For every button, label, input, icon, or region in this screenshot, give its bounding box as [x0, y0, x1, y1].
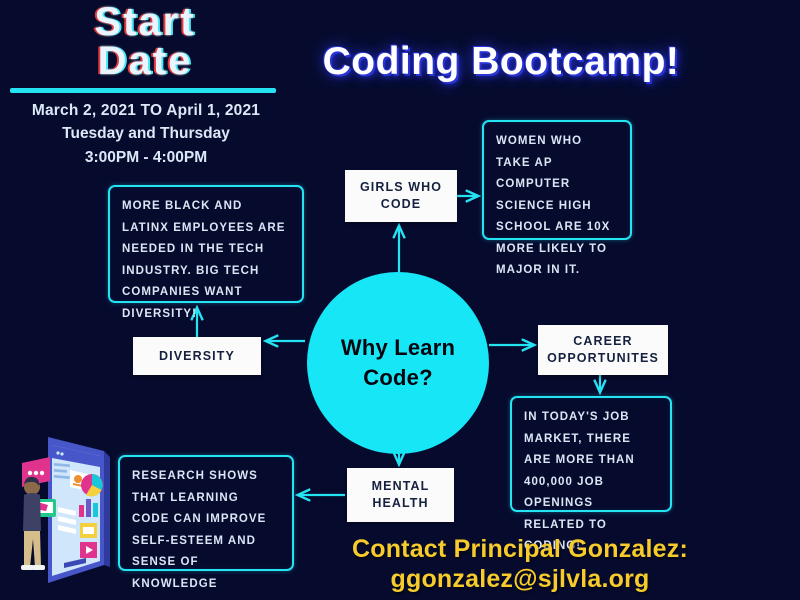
- contact-line-principal: Contact Principal Gonzalez:: [351, 535, 688, 563]
- contact-line-email: ggonzalez@sjlvla.org: [390, 565, 650, 593]
- center-node-label-line2: Code?: [363, 365, 433, 390]
- node-diversity-label: DIVERSITY: [159, 348, 235, 363]
- node-girls-who-code-label: GIRLS WHO CODE: [359, 180, 443, 211]
- node-mental-health-label: MENTAL HEALTH: [371, 479, 430, 510]
- node-career-opportunites: CAREER OPPORTUNITES: [538, 325, 668, 375]
- poster-canvas: Start Date March 2, 2021 TO April 1, 202…: [0, 0, 800, 600]
- center-node-label-line1: Why Learn: [340, 335, 456, 360]
- fact-box-women-ap: WOMEN WHO TAKE AP COMPUTER SCIENCE HIGH …: [482, 120, 632, 276]
- fact-box-job-market: IN TODAY'S JOB MARKET, THERE ARE MORE TH…: [510, 396, 672, 552]
- fact-box-research: RESEARCH SHOWS THAT LEARNING CODE CAN IM…: [118, 455, 294, 590]
- node-diversity: DIVERSITY: [133, 337, 261, 375]
- contact-block: Contact Principal Gonzalez: ggonzalez@sj…: [300, 534, 740, 594]
- node-girls-who-code: GIRLS WHO CODE: [345, 170, 457, 222]
- node-mental-health: MENTAL HEALTH: [347, 468, 454, 522]
- node-career-opportunites-label: CAREER OPPORTUNITES: [547, 334, 659, 365]
- center-node-why-learn-code: Why Learn Code?: [307, 272, 489, 454]
- person-using-mobile-dashboard-icon: [21, 437, 110, 583]
- fact-box-diversity: MORE BLACK AND LATINX EMPLOYEES ARE NEED…: [108, 185, 304, 320]
